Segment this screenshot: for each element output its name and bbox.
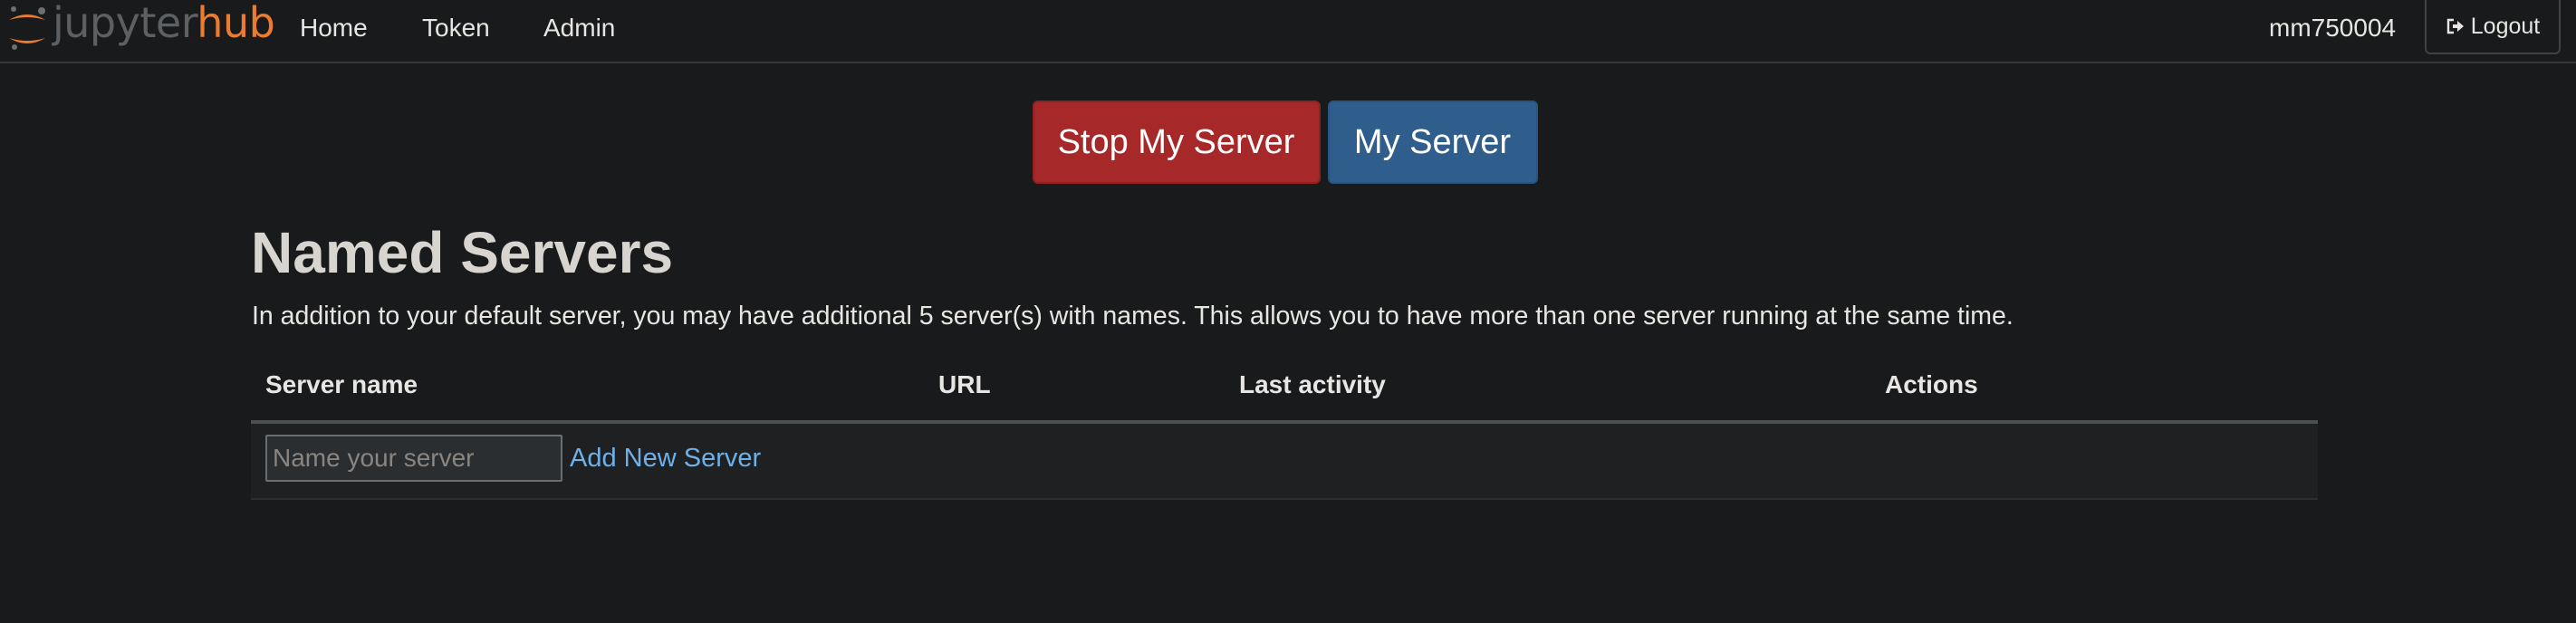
brand-jupyter-text: jupyter xyxy=(53,0,197,47)
table-header: Server name URL Last activity Actions xyxy=(251,360,2318,424)
page-title: Named Servers xyxy=(251,220,674,285)
brand-wordmark: jupyterhub xyxy=(53,2,275,43)
logout-label: Logout xyxy=(2470,13,2541,39)
new-server-row: Add New Server xyxy=(251,424,2318,500)
jupyter-logo-icon xyxy=(9,6,45,50)
server-name-input[interactable] xyxy=(265,435,562,482)
nav-home-link[interactable]: Home xyxy=(300,0,368,56)
column-header-last-activity: Last activity xyxy=(1239,370,1386,398)
column-header-server-name: Server name xyxy=(265,370,418,398)
nav-admin-link[interactable]: Admin xyxy=(543,0,615,56)
username-label: mm750004 xyxy=(2269,14,2397,42)
nav-token-link[interactable]: Token xyxy=(422,0,490,56)
named-servers-table: Server name URL Last activity Actions Ad… xyxy=(251,360,2318,500)
column-header-actions: Actions xyxy=(1885,370,1978,398)
brand-hub-text: hub xyxy=(197,0,275,47)
stop-my-server-button[interactable]: Stop My Server xyxy=(1032,101,1321,184)
add-new-server-link[interactable]: Add New Server xyxy=(570,435,761,482)
column-header-url: URL xyxy=(938,370,991,398)
named-servers-description: In addition to your default server, you … xyxy=(252,302,2014,331)
logout-button[interactable]: Logout xyxy=(2425,0,2561,54)
jupyterhub-logo[interactable]: jupyterhub xyxy=(5,0,275,58)
navbar: jupyterhub Home Token Admin mm750004 Log… xyxy=(0,0,2576,63)
sign-out-icon xyxy=(2446,18,2464,34)
my-server-button[interactable]: My Server xyxy=(1327,101,1538,184)
server-controls: Stop My Server My Server xyxy=(0,101,2576,184)
